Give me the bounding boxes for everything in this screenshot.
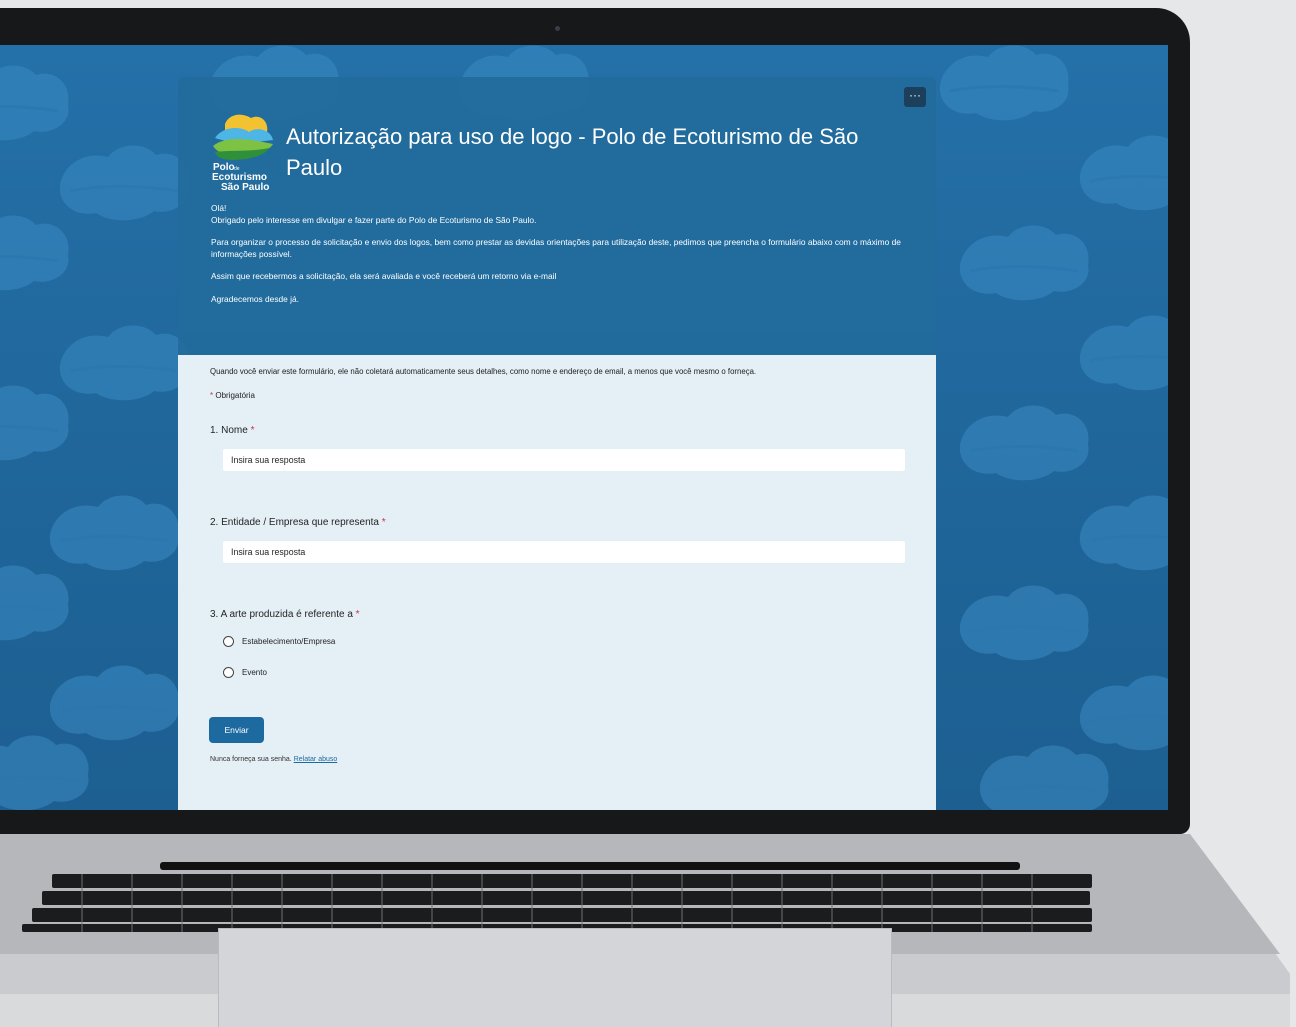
form-description: Olá! Obrigado pelo interesse em divulgar… — [211, 203, 921, 316]
question-2-label: 2. Entidade / Empresa que representa * — [210, 517, 386, 528]
form-card: ··· Polo de Ecoturismo São Paulo Autoriz… — [178, 77, 936, 810]
question-2-text: 2. Entidade / Empresa que representa — [210, 517, 379, 528]
question-3-label: 3. A arte produzida é referente a * — [210, 609, 360, 620]
required-note-text: Obrigatória — [215, 391, 255, 400]
description-paragraph: Olá! Obrigado pelo interesse em divulgar… — [211, 203, 537, 225]
more-options-button[interactable]: ··· — [904, 87, 926, 107]
footer-note: Nunca forneça sua senha. Relatar abuso — [210, 756, 337, 763]
footer-text: Nunca forneça sua senha. — [210, 756, 292, 763]
question-1-text: 1. Nome — [210, 425, 248, 436]
polo-ecoturismo-logo: Polo de Ecoturismo São Paulo — [212, 114, 273, 192]
required-note: * Obrigatória — [210, 391, 255, 400]
screen: ··· Polo de Ecoturismo São Paulo Autoriz… — [0, 45, 1168, 810]
required-asterisk: * — [250, 425, 255, 436]
submit-button[interactable]: Enviar — [209, 717, 264, 743]
required-asterisk: * — [381, 517, 386, 528]
option-estabelecimento[interactable]: Estabelecimento/Empresa — [223, 636, 335, 647]
description-paragraph: Para organizar o processo de solicitação… — [211, 237, 901, 259]
description-paragraph: Assim que recebermos a solicitação, ela … — [211, 271, 557, 281]
report-abuse-link[interactable]: Relatar abuso — [294, 756, 338, 763]
option-label: Evento — [242, 668, 267, 677]
privacy-notice: Quando você enviar este formulário, ele … — [210, 367, 757, 376]
form-body: Quando você enviar este formulário, ele … — [178, 355, 936, 810]
option-label: Estabelecimento/Empresa — [242, 637, 336, 646]
option-evento[interactable]: Evento — [223, 667, 267, 678]
webcam-icon — [555, 26, 560, 31]
logo-text-sao-paulo: São Paulo — [221, 182, 269, 192]
required-asterisk: * — [210, 391, 214, 400]
trackpad — [218, 928, 892, 1027]
form-title: Autorização para uso de logo - Polo de E… — [286, 124, 859, 180]
company-input[interactable]: Insira sua resposta — [223, 541, 905, 563]
question-1-label: 1. Nome * — [210, 425, 254, 436]
question-3-text: 3. A arte produzida é referente a — [210, 609, 353, 620]
radio-button[interactable] — [223, 636, 234, 647]
form-header: ··· Polo de Ecoturismo São Paulo Autoriz… — [178, 77, 936, 355]
keyboard — [22, 874, 1092, 932]
required-asterisk: * — [355, 609, 360, 620]
radio-button[interactable] — [223, 667, 234, 678]
name-input[interactable]: Insira sua resposta — [223, 449, 905, 471]
description-paragraph: Agradecemos desde já. — [211, 293, 299, 304]
